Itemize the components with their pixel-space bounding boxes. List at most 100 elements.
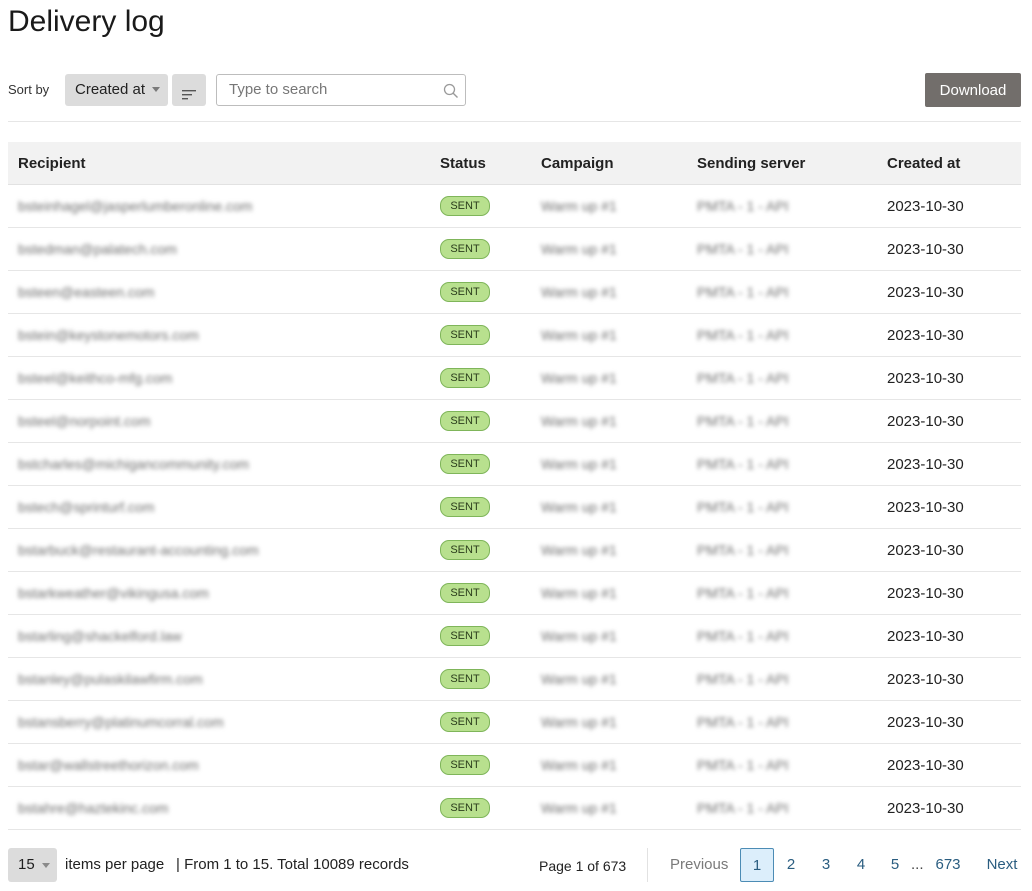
campaign-cell: Warm up #1 xyxy=(531,399,687,443)
sort-label: Sort by xyxy=(8,82,50,97)
sending-server-cell: PMTA - 1 - API xyxy=(687,571,877,615)
recipient-cell: bstein@keystonemotors.com xyxy=(8,313,430,357)
table-row[interactable]: bsteel@keithco-mfg.com SENT Warm up #1 PMTA… xyxy=(8,356,1021,400)
campaign-name: Warm up #1 xyxy=(541,756,617,773)
table-row[interactable]: bsteen@easteen.com SENT Warm up #1 PMTA - 1… xyxy=(8,270,1021,314)
sending-server-name: PMTA - 1 - API xyxy=(697,455,789,472)
status-cell: SENT xyxy=(430,485,531,529)
table-row[interactable]: bsteinhagel@jasperlumberonline.com SENT Wa… xyxy=(8,184,1021,228)
status-badge: SENT xyxy=(440,411,490,431)
pagination-footer: 15 items per page | From 1 to 15. Total … xyxy=(8,846,1021,882)
recipient-cell: bstar@wallstreethorizon.com xyxy=(8,743,430,787)
page-link-last[interactable]: 673 xyxy=(933,848,963,882)
status-badge: SENT xyxy=(440,282,490,302)
campaign-cell: Warm up #1 xyxy=(531,442,687,486)
status-badge: SENT xyxy=(440,454,490,474)
table-row[interactable]: bstedman@palatech.com SENT Warm up #1 PMTA … xyxy=(8,227,1021,271)
recipient-cell: bstansberry@platinumcorral.com xyxy=(8,700,430,744)
status-badge: SENT xyxy=(440,712,490,732)
status-cell: SENT xyxy=(430,743,531,787)
page-link-4[interactable]: 4 xyxy=(852,848,870,882)
recipient-email: bstansberry@platinumcorral.com xyxy=(18,713,224,730)
sort-field-select[interactable]: Created at xyxy=(65,74,168,106)
table-header-row: Recipient Status Campaign Sending server… xyxy=(8,142,1021,185)
recipient-email: bstedman@palatech.com xyxy=(18,240,177,257)
campaign-cell: Warm up #1 xyxy=(531,356,687,400)
recipient-email: bsteel@norpoint.com xyxy=(18,412,151,429)
download-button[interactable]: Download xyxy=(925,73,1021,107)
sending-server-name: PMTA - 1 - API xyxy=(697,627,789,644)
campaign-cell: Warm up #1 xyxy=(531,743,687,787)
toolbar-divider xyxy=(8,121,1021,122)
table-row[interactable]: bstcharles@michigancommunity.com SENT Warm… xyxy=(8,442,1021,486)
table-row[interactable]: bstech@sprinturf.com SENT Warm up #1 PMTA -… xyxy=(8,485,1021,529)
sending-server-name: PMTA - 1 - API xyxy=(697,412,789,429)
recipient-email: bstar@wallstreethorizon.com xyxy=(18,756,199,773)
sending-server-name: PMTA - 1 - API xyxy=(697,584,789,601)
status-cell: SENT xyxy=(430,442,531,486)
sending-server-cell: PMTA - 1 - API xyxy=(687,786,877,830)
sending-server-cell: PMTA - 1 - API xyxy=(687,700,877,744)
sort-direction-button[interactable] xyxy=(172,74,206,106)
previous-page-link[interactable]: Previous xyxy=(670,848,728,882)
table-body: bsteinhagel@jasperlumberonline.com SENT Wa… xyxy=(8,184,1021,830)
campaign-cell: Warm up #1 xyxy=(531,528,687,572)
column-header-status[interactable]: Status xyxy=(430,142,531,185)
table-row[interactable]: bstansberry@platinumcorral.com SENT Warm u… xyxy=(8,700,1021,744)
status-cell: SENT xyxy=(430,571,531,615)
campaign-name: Warm up #1 xyxy=(541,584,617,601)
page-link-2[interactable]: 2 xyxy=(782,848,800,882)
status-badge: SENT xyxy=(440,196,490,216)
table-row[interactable]: bsteel@norpoint.com SENT Warm up #1 PMTA - … xyxy=(8,399,1021,443)
table-row[interactable]: bstarbuck@restaurant-accounting.com SENT W… xyxy=(8,528,1021,572)
sending-server-name: PMTA - 1 - API xyxy=(697,670,789,687)
items-per-page-select[interactable]: 15 xyxy=(8,848,57,882)
sending-server-name: PMTA - 1 - API xyxy=(697,197,789,214)
table-row[interactable]: bstein@keystonemotors.com SENT Warm up #1 P… xyxy=(8,313,1021,357)
sending-server-cell: PMTA - 1 - API xyxy=(687,528,877,572)
caret-down-icon xyxy=(42,863,50,868)
status-cell: SENT xyxy=(430,184,531,228)
column-header-campaign[interactable]: Campaign xyxy=(531,142,687,185)
table-row[interactable]: bstarkweather@vikingusa.com SENT Warm up #… xyxy=(8,571,1021,615)
campaign-name: Warm up #1 xyxy=(541,541,617,558)
table-row[interactable]: bstar@wallstreethorizon.com SENT Warm up #… xyxy=(8,743,1021,787)
sending-server-name: PMTA - 1 - API xyxy=(697,799,789,816)
status-cell: SENT xyxy=(430,399,531,443)
campaign-cell: Warm up #1 xyxy=(531,485,687,529)
status-badge: SENT xyxy=(440,368,490,388)
column-header-recipient[interactable]: Recipient xyxy=(8,142,430,185)
campaign-cell: Warm up #1 xyxy=(531,571,687,615)
page-link-5[interactable]: 5 xyxy=(886,848,904,882)
status-cell: SENT xyxy=(430,356,531,400)
campaign-name: Warm up #1 xyxy=(541,498,617,515)
page-title: Delivery log xyxy=(8,5,165,38)
created-at-cell: 2023-10-30 xyxy=(877,270,1021,314)
campaign-cell: Warm up #1 xyxy=(531,614,687,658)
status-cell: SENT xyxy=(430,614,531,658)
column-header-sending-server[interactable]: Sending server xyxy=(687,142,877,185)
campaign-name: Warm up #1 xyxy=(541,627,617,644)
column-header-created-at[interactable]: Created at xyxy=(877,142,1021,185)
table-row[interactable]: bstahre@haztekinc.com SENT Warm up #1 PMTA … xyxy=(8,786,1021,830)
campaign-name: Warm up #1 xyxy=(541,369,617,386)
next-page-link[interactable]: Next xyxy=(985,848,1019,882)
campaign-name: Warm up #1 xyxy=(541,455,617,472)
table-row[interactable]: bstarling@shackelford.law SENT Warm up #1 P… xyxy=(8,614,1021,658)
status-cell: SENT xyxy=(430,313,531,357)
table-row[interactable]: bstanley@pulaskilawfirm.com SENT Warm up #… xyxy=(8,657,1021,701)
created-at-cell: 2023-10-30 xyxy=(877,614,1021,658)
sending-server-cell: PMTA - 1 - API xyxy=(687,485,877,529)
delivery-log-table: Recipient Status Campaign Sending server… xyxy=(8,142,1021,830)
recipient-cell: bstcharles@michigancommunity.com xyxy=(8,442,430,486)
search-input[interactable] xyxy=(217,75,439,103)
recipient-email: bsteinhagel@jasperlumberonline.com xyxy=(18,197,253,214)
created-at-cell: 2023-10-30 xyxy=(877,442,1021,486)
page-link-1[interactable]: 1 xyxy=(740,848,774,882)
recipient-cell: bsteel@norpoint.com xyxy=(8,399,430,443)
search-icon xyxy=(443,83,458,98)
campaign-name: Warm up #1 xyxy=(541,197,617,214)
recipient-email: bstanley@pulaskilawfirm.com xyxy=(18,670,203,687)
page-link-3[interactable]: 3 xyxy=(817,848,835,882)
sending-server-cell: PMTA - 1 - API xyxy=(687,270,877,314)
